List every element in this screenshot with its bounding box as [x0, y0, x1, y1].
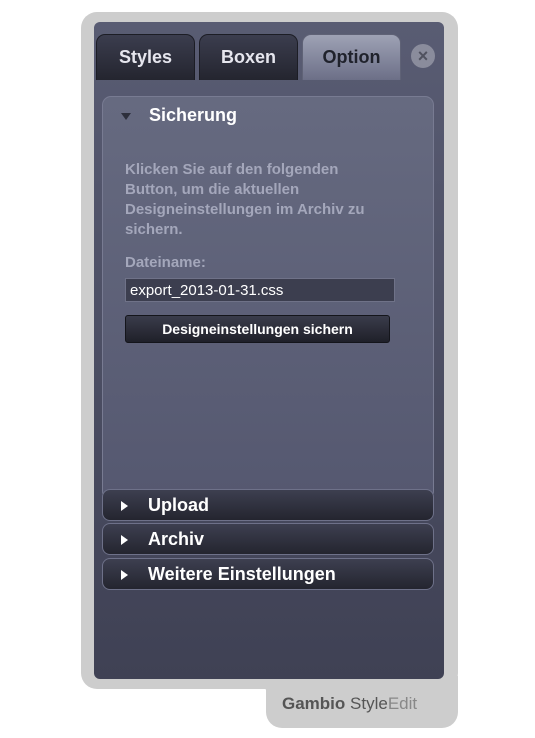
backup-description: Klicken Sie auf den folgenden Button, um… — [125, 161, 365, 238]
accordion-archiv-label: Archiv — [148, 529, 205, 549]
accordion-archiv[interactable]: Archiv — [102, 523, 434, 555]
brand-style: Style — [350, 694, 388, 713]
backup-section-title: Sicherung — [149, 105, 238, 125]
tab-boxen[interactable]: Boxen — [199, 34, 298, 80]
brand-gambio: Gambio — [282, 694, 346, 713]
backup-section-header[interactable]: Sicherung — [103, 97, 433, 137]
tab-styles[interactable]: Styles — [96, 34, 195, 80]
style-edit-panel: Styles Boxen Option × Sicherung Klicken … — [94, 22, 444, 679]
triangle-right-icon — [121, 570, 128, 580]
filename-input[interactable] — [125, 278, 395, 302]
accordion-upload-label: Upload — [148, 495, 209, 515]
close-icon[interactable]: × — [411, 44, 435, 68]
brand-label: Gambio StyleEdit — [282, 694, 417, 714]
brand-edit: Edit — [387, 694, 418, 713]
tab-option[interactable]: Option — [302, 34, 401, 80]
accordion-weitere-label: Weitere Einstellungen — [148, 564, 336, 584]
accordion-weitere[interactable]: Weitere Einstellungen — [102, 558, 434, 590]
triangle-down-icon — [121, 113, 131, 120]
filename-label: Dateiname: — [125, 254, 206, 271]
tab-bar: Styles Boxen Option × — [94, 34, 444, 80]
backup-section: Sicherung Klicken Sie auf den folgenden … — [102, 96, 434, 500]
accordion-upload[interactable]: Upload — [102, 489, 434, 521]
triangle-right-icon — [121, 535, 128, 545]
triangle-right-icon — [121, 501, 128, 511]
save-design-button[interactable]: Designeinstellungen sichern — [125, 315, 390, 343]
